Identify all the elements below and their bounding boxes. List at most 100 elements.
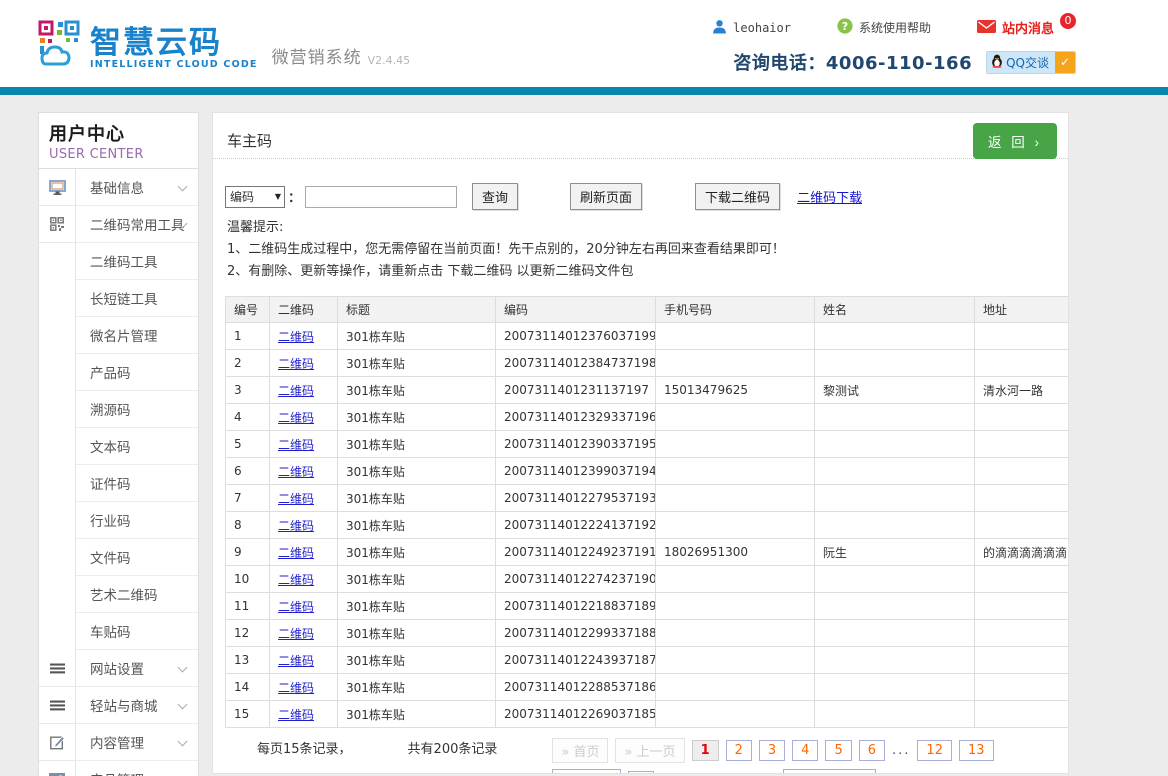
download-qrcode-button[interactable]: 下载二维码 [695, 183, 780, 210]
page-button[interactable]: 3 [759, 740, 785, 761]
sidebar-item-label: 产品管理 [76, 761, 198, 776]
icon-spacer [39, 428, 76, 465]
page-button[interactable]: 5 [825, 740, 851, 761]
cell-code: 20073114012376037199 [496, 323, 656, 350]
qrcode-link[interactable]: 二维码 [278, 384, 314, 398]
sidebar-subitem[interactable]: 文本码 [39, 428, 198, 465]
table-row: 13二维码301栋车贴20073114012243937187 [226, 647, 1070, 674]
qrcode-link[interactable]: 二维码 [278, 546, 314, 560]
column-header: 手机号码 [656, 297, 815, 323]
refresh-page-button[interactable]: 刷新页面 [570, 183, 642, 210]
pager-buttons: » 首页» 上一页123456...1213» 下一页»末 页 [552, 738, 1052, 774]
sidebar-subitem[interactable]: 二维码工具 [39, 243, 198, 280]
sidebar-subitem[interactable]: 文件码 [39, 539, 198, 576]
sidebar-subitem[interactable]: 艺术二维码 [39, 576, 198, 613]
qrcode-link[interactable]: 二维码 [278, 492, 314, 506]
qrcode-link[interactable]: 二维码 [278, 357, 314, 371]
sidebar-item[interactable]: 二维码常用工具 [39, 206, 198, 243]
sidebar-subitem[interactable]: 微名片管理 [39, 317, 198, 354]
query-button[interactable]: 查询 [472, 183, 518, 210]
cell-number: 2 [226, 350, 270, 377]
qq-label: QQ交谈 [1006, 54, 1049, 71]
system-name: 微营销系统 [272, 43, 362, 68]
page-button[interactable]: 4 [792, 740, 818, 761]
cell-qrcode: 二维码 [270, 512, 338, 539]
sidebar-header: 用户中心 USER CENTER [39, 113, 198, 169]
page-button[interactable]: 12 [917, 740, 952, 761]
sidebar-menu: 基础信息二维码常用工具二维码工具长短链工具微名片管理产品码溯源码文本码证件码行业… [39, 169, 198, 776]
sidebar-item[interactable]: 轻站与商城 [39, 687, 198, 724]
cell-code: 20073114012390337195 [496, 431, 656, 458]
help-link[interactable]: ? 系统使用帮助 [837, 18, 931, 37]
sidebar-item[interactable]: 内容管理 [39, 724, 198, 761]
cell-address [975, 350, 1070, 377]
column-header: 编号 [226, 297, 270, 323]
cell-name: 黎测试 [815, 377, 975, 404]
page-button-current: 1 [692, 740, 719, 761]
site-messages[interactable]: 站内消息 0 [977, 18, 1076, 37]
cell-code: 20073114012279537193 [496, 485, 656, 512]
brand-subtitle: INTELLIGENT CLOUD CODE [90, 59, 258, 70]
cell-number: 12 [226, 620, 270, 647]
qrcode-download-link[interactable]: 二维码下载 [797, 187, 862, 206]
qrcode-link[interactable]: 二维码 [278, 411, 314, 425]
last-page-button[interactable]: 末 页 [783, 769, 876, 774]
mail-icon [977, 20, 996, 36]
sidebar-subitem[interactable]: 产品码 [39, 354, 198, 391]
sidebar-subitem[interactable]: 证件码 [39, 465, 198, 502]
qrcode-link[interactable]: 二维码 [278, 600, 314, 614]
table-row: 9二维码301栋车贴200731140122492371911802695130… [226, 539, 1070, 566]
sidebar-subitem[interactable]: 行业码 [39, 502, 198, 539]
sidebar-item[interactable]: 网站设置 [39, 650, 198, 687]
back-button[interactable]: 返 回 › [973, 123, 1057, 159]
qrcode-link[interactable]: 二维码 [278, 573, 314, 587]
search-input[interactable] [305, 186, 457, 208]
sidebar-subitem[interactable]: 车贴码 [39, 613, 198, 650]
consult-phone: 咨询电话：4006-110-166 [733, 49, 972, 75]
qrcode-link[interactable]: 二维码 [278, 627, 314, 641]
cell-phone [656, 404, 815, 431]
cell-code: 20073114012274237190 [496, 566, 656, 593]
cell-phone [656, 620, 815, 647]
qrcode-link[interactable]: 二维码 [278, 708, 314, 722]
cell-title: 301栋车贴 [338, 701, 496, 728]
qrcode-link[interactable]: 二维码 [278, 465, 314, 479]
column-header: 姓名 [815, 297, 975, 323]
cell-name [815, 431, 975, 458]
cell-title: 301栋车贴 [338, 485, 496, 512]
page-button[interactable]: 2 [726, 740, 752, 761]
sidebar-subitem[interactable]: 长短链工具 [39, 280, 198, 317]
cell-number: 5 [226, 431, 270, 458]
sidebar-item-label: 长短链工具 [76, 280, 198, 317]
table-header-row: 编号二维码标题编码手机号码姓名地址 [226, 297, 1070, 323]
cell-address [975, 647, 1070, 674]
messages-label: 站内消息 [1002, 18, 1054, 37]
menu-icon [39, 687, 76, 724]
qrcode-link[interactable]: 二维码 [278, 438, 314, 452]
monitor-icon [39, 169, 76, 206]
qrcode-link[interactable]: 二维码 [278, 519, 314, 533]
cell-address [975, 485, 1070, 512]
sidebar: 用户中心 USER CENTER 基础信息二维码常用工具二维码工具长短链工具微名… [38, 112, 199, 776]
table-row: 7二维码301栋车贴20073114012279537193 [226, 485, 1070, 512]
cell-address [975, 323, 1070, 350]
sidebar-item[interactable]: 产品管理 [39, 761, 198, 776]
qrcode-link[interactable]: 二维码 [278, 681, 314, 695]
sidebar-item[interactable]: 基础信息 [39, 169, 198, 206]
page-button[interactable]: 13 [959, 740, 994, 761]
sidebar-subitem[interactable]: 溯源码 [39, 391, 198, 428]
qq-chat-button[interactable]: QQ交谈 ✓ [986, 51, 1076, 74]
qrcode-link[interactable]: 二维码 [278, 654, 314, 668]
user-account[interactable]: leohaior [712, 19, 791, 37]
qrcode-link[interactable]: 二维码 [278, 330, 314, 344]
cell-name [815, 701, 975, 728]
more-pages-button[interactable]: » [628, 771, 654, 774]
page-button[interactable]: 6 [859, 740, 885, 761]
accent-divider [0, 87, 1168, 95]
next-page-button[interactable]: » 下一页 [552, 769, 621, 774]
cell-qrcode: 二维码 [270, 377, 338, 404]
cell-qrcode: 二维码 [270, 323, 338, 350]
search-field-select[interactable]: 编码 ▼ [225, 186, 285, 208]
cell-qrcode: 二维码 [270, 701, 338, 728]
icon-spacer [39, 354, 76, 391]
